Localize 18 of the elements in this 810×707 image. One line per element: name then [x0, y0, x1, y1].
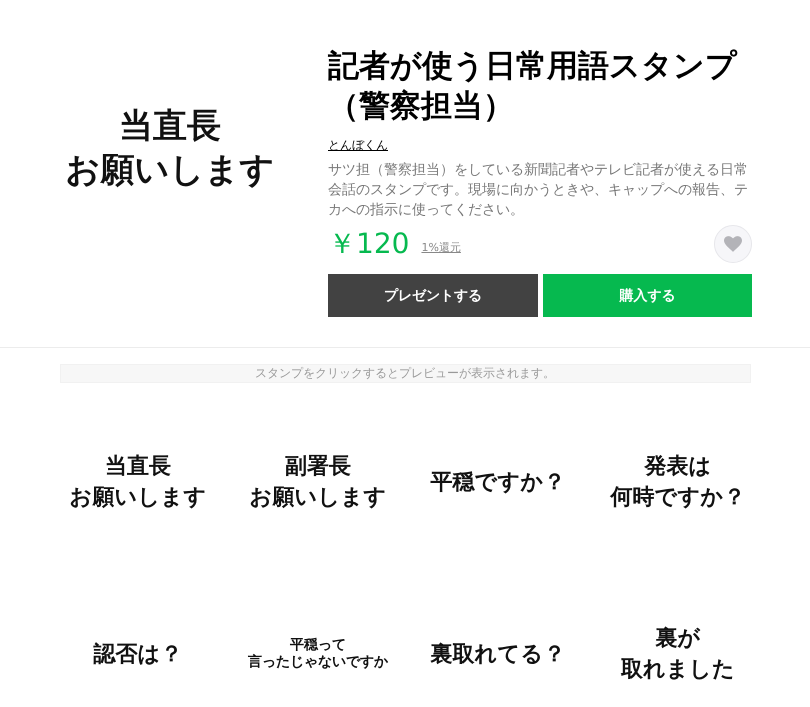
hint-text: スタンプをクリックするとプレビューが表示されます。 [255, 365, 555, 382]
product-description: サツ担（警察担当）をしている新聞記者やテレビ記者が使える日常会話のスタンプです。現場に向かうときや、キャップへの報告、テカへの指示に使ってください。 [328, 161, 749, 220]
sticker-item[interactable]: 発表は 何時ですか？ [610, 451, 746, 513]
sticker-item[interactable]: 当直長 お願いします [70, 451, 206, 513]
sticker-item[interactable]: 平穏って 言ったじゃないですか [248, 637, 388, 671]
heart-icon [724, 236, 742, 252]
product-title: 記者が使う日常用語スタンプ（警察担当） [328, 47, 738, 126]
sticker-item[interactable]: 裏が 取れました [621, 623, 735, 685]
favorite-button[interactable] [714, 225, 752, 263]
price: ￥120 [328, 226, 410, 262]
gift-button[interactable]: プレゼントする [328, 274, 538, 317]
author-link[interactable]: とんぼくん [328, 136, 388, 154]
sticker-item[interactable]: 平穏ですか？ [430, 466, 566, 498]
sticker-main-image: 当直長 お願いします [64, 104, 276, 192]
sticker-item[interactable]: 裏取れてる？ [430, 638, 566, 670]
sticker-item[interactable]: 副署長 お願いします [250, 451, 386, 513]
points-link[interactable]: 1%還元 [421, 240, 461, 254]
sticker-item[interactable]: 認否は？ [94, 638, 182, 670]
